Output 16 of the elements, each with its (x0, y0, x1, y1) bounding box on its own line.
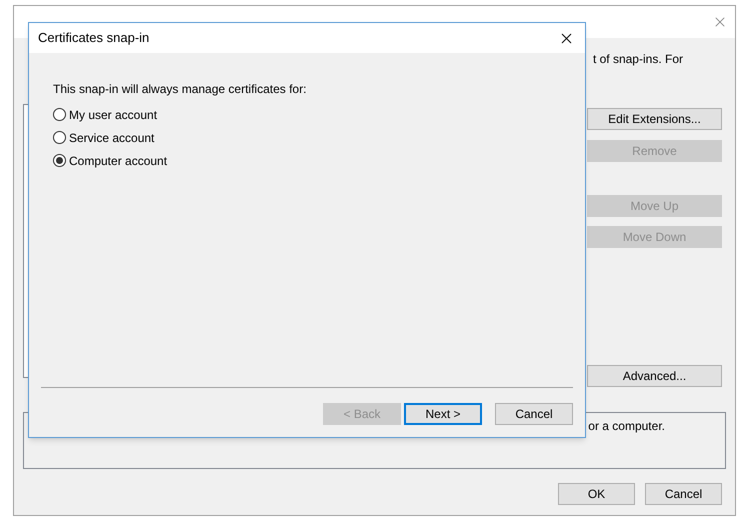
radio-option[interactable]: Service account (53, 130, 154, 145)
intro-text: t of snap-ins. For (592, 51, 683, 65)
push-button[interactable]: OK (558, 483, 635, 505)
description-text: or a computer. (588, 418, 665, 435)
prompt-text: This snap-in will always manage certificates for: (53, 81, 308, 98)
push-button[interactable]: Cancel (645, 483, 722, 505)
push-button[interactable]: Advanced... (587, 365, 722, 387)
push-button[interactable]: Next > (404, 403, 482, 425)
radio-icon[interactable] (53, 108, 66, 121)
push-button[interactable]: Edit Extensions... (587, 108, 722, 130)
radio-icon[interactable] (53, 131, 66, 144)
radio-icon[interactable] (53, 154, 66, 167)
push-button[interactable]: Cancel (495, 403, 573, 425)
radio-option[interactable]: My user account (53, 107, 158, 122)
radio-option[interactable]: Computer account (53, 153, 168, 168)
dialog-title: Certificates snap-in (38, 29, 150, 48)
